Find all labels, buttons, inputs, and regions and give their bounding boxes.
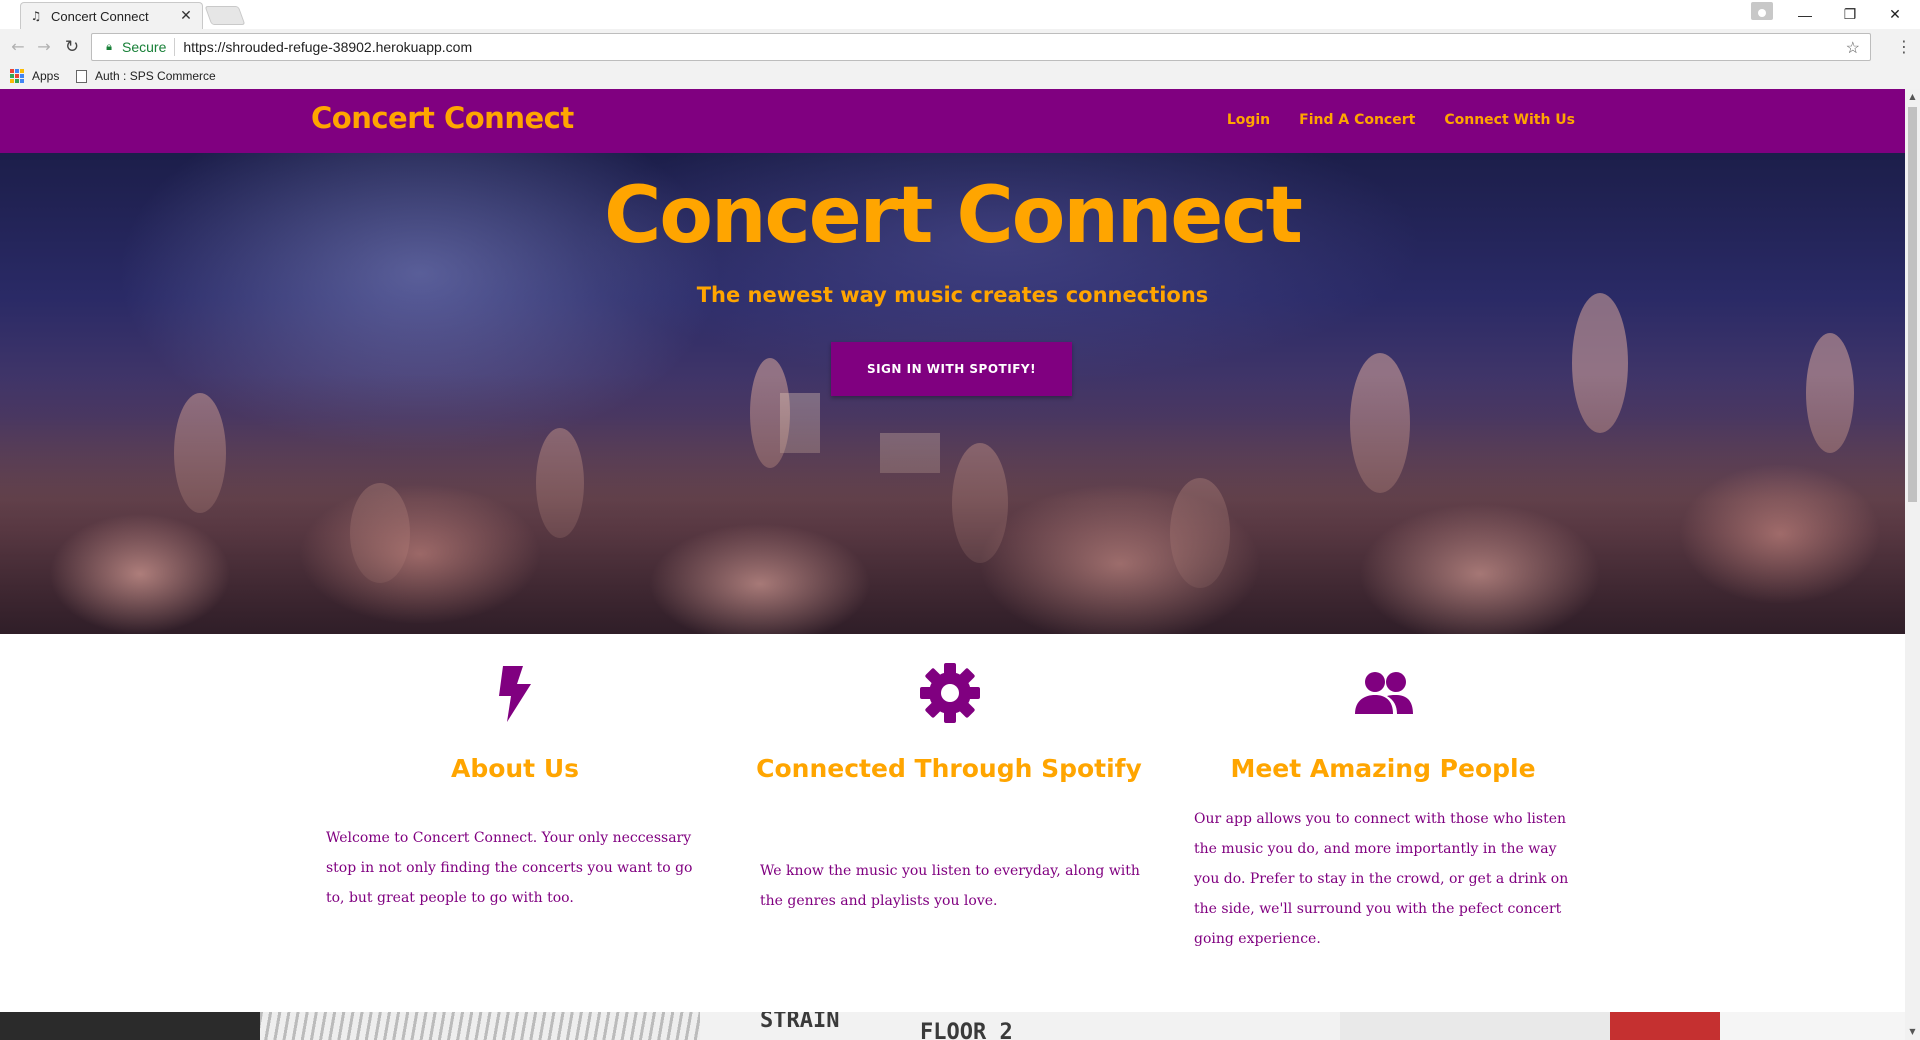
browser-chrome: ♫ Concert Connect ✕ — ❐ ✕ ← → ↻ 🔒︎ Secur…: [0, 0, 1920, 89]
gear-icon: [920, 663, 980, 723]
site-brand[interactable]: Concert Connect: [311, 101, 574, 135]
browser-tab[interactable]: ♫ Concert Connect ✕: [20, 2, 203, 29]
music-note-icon: ♫: [30, 9, 42, 23]
nav-find-a-concert[interactable]: Find A Concert: [1299, 112, 1415, 128]
minimize-icon[interactable]: —: [1790, 0, 1820, 29]
bookmark-label: Apps: [32, 69, 60, 83]
profile-icon[interactable]: [1751, 2, 1773, 20]
window-close-icon[interactable]: ✕: [1880, 0, 1910, 29]
ticket-text-strain: STRAIN: [760, 1012, 840, 1033]
people-icon: [1355, 672, 1413, 714]
scroll-thumb[interactable]: [1908, 107, 1917, 502]
hero-title: Concert Connect: [604, 171, 1303, 261]
bookmark-star-icon[interactable]: ☆: [1846, 38, 1860, 58]
nav-connect-with-us[interactable]: Connect With Us: [1444, 112, 1575, 128]
apps-grid-icon: [10, 69, 24, 83]
ticket-stack: [260, 1012, 700, 1040]
back-arrow-icon[interactable]: ←: [8, 37, 28, 57]
tab-bar: ♫ Concert Connect ✕ — ❐ ✕: [0, 0, 1920, 29]
page-scrollbar[interactable]: ▲ ▼: [1905, 89, 1920, 1040]
nav-links: Login Find A Concert Connect With Us: [1227, 112, 1575, 128]
feature-heading: About Us: [450, 754, 580, 783]
ticket-text-floor: FLOOR 2: [920, 1020, 1013, 1040]
forward-arrow-icon[interactable]: →: [34, 37, 54, 57]
restore-icon[interactable]: ❐: [1835, 0, 1865, 29]
browser-toolbar: ← → ↻ 🔒︎ Secure https://shrouded-refuge-…: [0, 29, 1920, 65]
site-navbar: Concert Connect Login Find A Concert Con…: [0, 89, 1905, 153]
feature-text: Our app allows you to connect with those…: [1194, 811, 1569, 947]
url-text[interactable]: https://shrouded-refuge-38902.herokuapp.…: [183, 39, 472, 55]
web-page: Concert Connect Login Find A Concert Con…: [0, 89, 1905, 1040]
lock-icon: 🔒︎: [106, 41, 112, 53]
lightning-bolt-icon: [499, 666, 531, 722]
sign-in-with-spotify-button[interactable]: Sign in with Spotify!: [831, 342, 1072, 396]
feature-heading: Meet Amazing People: [1230, 754, 1536, 783]
reload-icon[interactable]: ↻: [62, 37, 82, 57]
divider: [174, 38, 176, 56]
feature-text: We know the music you listen to everyday…: [760, 863, 1140, 909]
tab-title: Concert Connect: [51, 8, 149, 24]
bookmark-label: Auth : SPS Commerce: [95, 69, 216, 83]
secure-label: Secure: [122, 39, 167, 55]
feature-heading: Connected Through Spotify: [756, 754, 1142, 783]
hero-banner: Concert Connect The newest way music cre…: [0, 153, 1905, 634]
browser-menu-icon[interactable]: ⋮: [1896, 37, 1912, 57]
page-icon: [76, 69, 87, 83]
scroll-down-arrow-icon[interactable]: ▼: [1905, 1024, 1920, 1040]
feature-text: Welcome to Concert Connect. Your only ne…: [326, 830, 693, 906]
bookmark-auth[interactable]: Auth : SPS Commerce: [76, 69, 216, 83]
scroll-up-arrow-icon[interactable]: ▲: [1905, 89, 1920, 105]
new-tab-button[interactable]: [204, 6, 246, 25]
nav-login[interactable]: Login: [1227, 112, 1270, 128]
bookmark-apps[interactable]: Apps: [10, 69, 59, 83]
address-bar[interactable]: 🔒︎ Secure https://shrouded-refuge-38902.…: [91, 33, 1871, 61]
crowd-overlay: [0, 374, 1905, 634]
tickets-banner-image: STRAIN FLOOR 2: [0, 1012, 1905, 1040]
features-section: About Us Welcome to Concert Connect. You…: [0, 634, 1905, 1004]
close-tab-icon[interactable]: ✕: [178, 8, 194, 24]
bookmarks-bar: Apps Auth : SPS Commerce: [0, 65, 1920, 89]
hero-subtitle: The newest way music creates connections: [696, 283, 1209, 307]
